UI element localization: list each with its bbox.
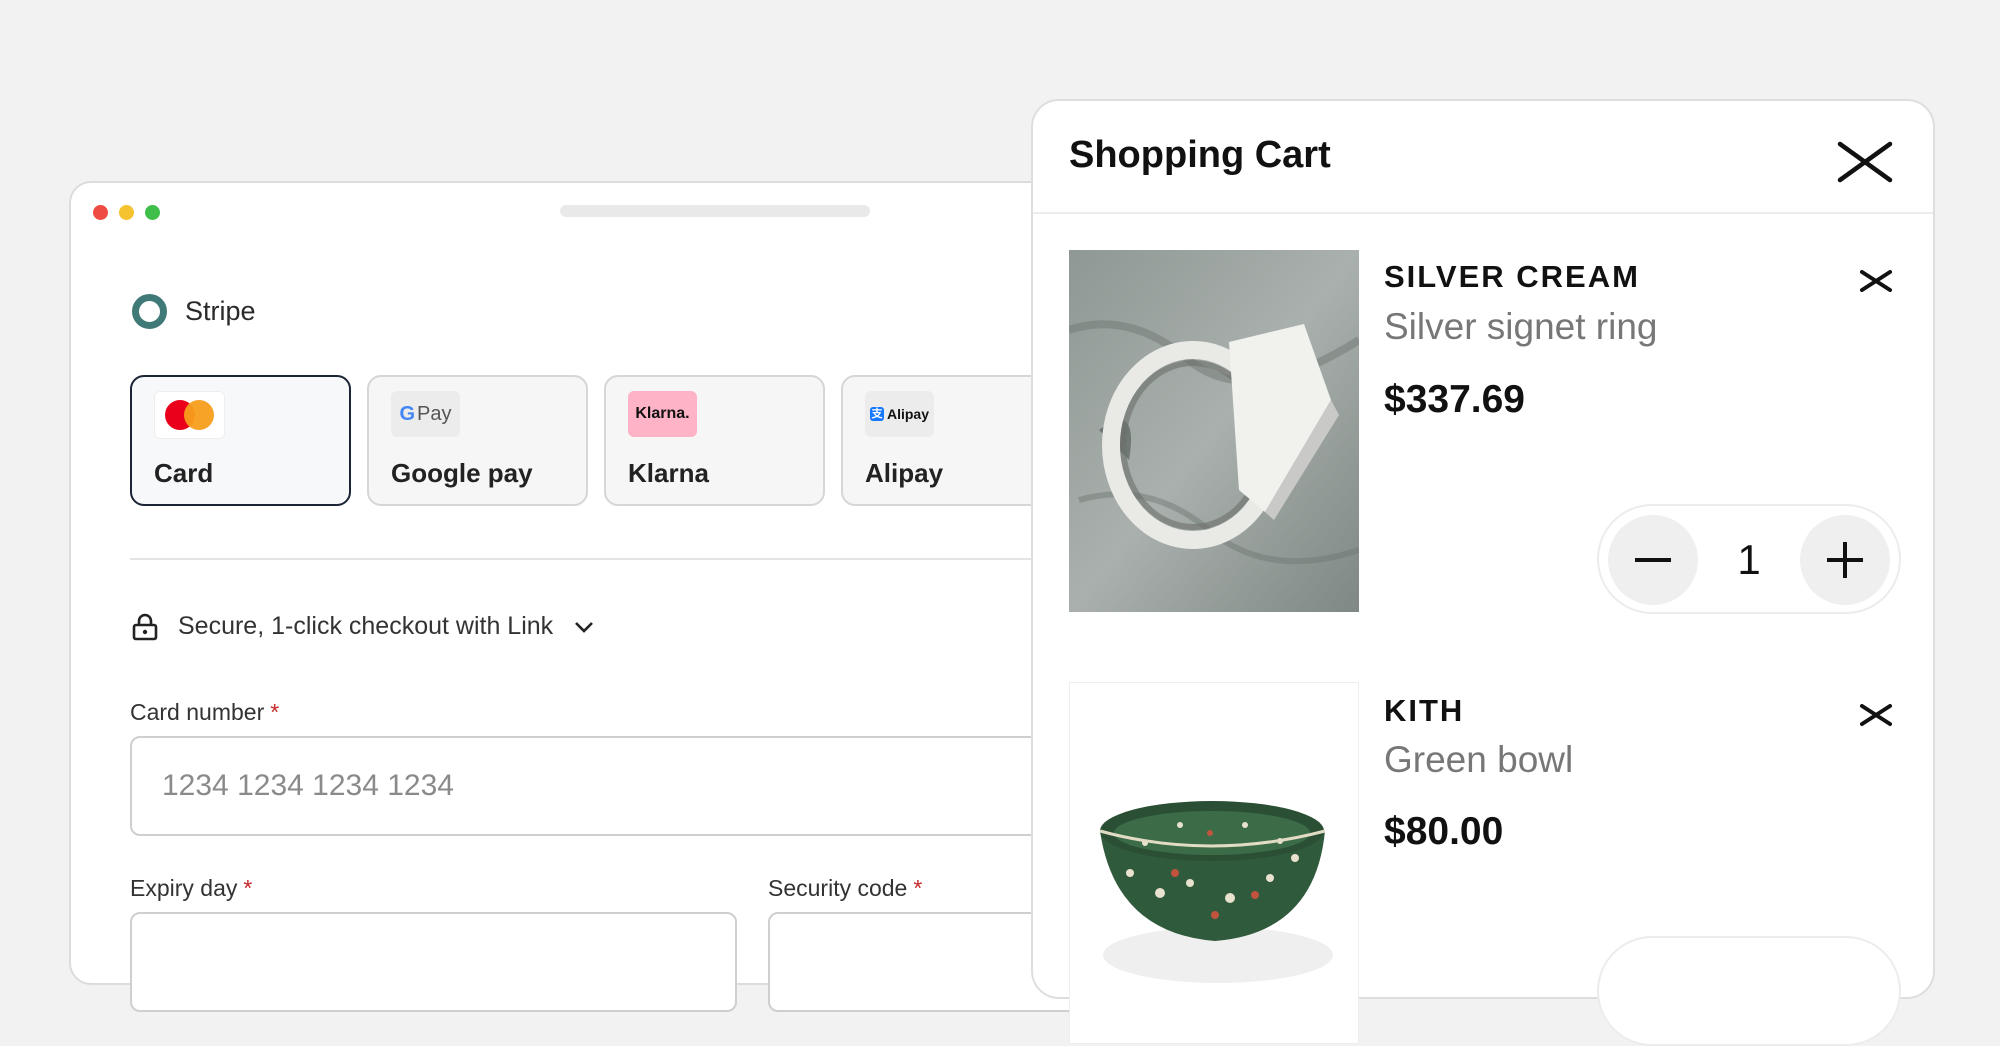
- quantity-stepper: [1597, 936, 1901, 1046]
- remove-item-icon[interactable]: [1859, 703, 1893, 727]
- address-bar[interactable]: [560, 205, 870, 217]
- item-name: Silver signet ring: [1384, 306, 1658, 347]
- provider-label: Stripe: [185, 296, 256, 326]
- close-window-dot[interactable]: [93, 205, 108, 220]
- security-code-label: Security code *: [768, 875, 923, 901]
- item-name: Green bowl: [1384, 739, 1574, 780]
- product-image-bowl: [1069, 682, 1359, 1044]
- mastercard-icon: [154, 391, 225, 439]
- expiry-label: Expiry day *: [130, 875, 253, 901]
- item-brand: SILVER CREAM: [1384, 259, 1640, 294]
- cart-title: Shopping Cart: [1069, 134, 1331, 176]
- item-price: $80.00: [1384, 810, 1504, 853]
- payment-method-klarna[interactable]: Klarna. Klarna: [604, 375, 825, 506]
- payment-method-alipay[interactable]: 支 Alipay Alipay: [841, 375, 1062, 506]
- item-brand: KITH: [1384, 693, 1465, 728]
- lock-icon: [132, 613, 158, 640]
- plus-icon: [1827, 542, 1863, 578]
- alipay-icon: 支 Alipay: [865, 391, 934, 437]
- google-pay-icon: G Pay: [391, 391, 460, 437]
- payment-method-label: Card: [154, 458, 214, 488]
- payment-methods: Card G Pay Google pay Klarna. Klarna 支 Ali…: [130, 375, 1062, 506]
- payment-method-google-pay[interactable]: G Pay Google pay: [367, 375, 588, 506]
- klarna-icon: Klarna.: [628, 391, 697, 437]
- payment-method-label: Google pay: [391, 458, 533, 488]
- payment-method-label: Alipay: [865, 458, 944, 488]
- window-controls: [93, 205, 160, 220]
- provider-radio[interactable]: Stripe: [132, 294, 256, 329]
- close-icon[interactable]: [1837, 139, 1893, 185]
- payment-method-card[interactable]: Card: [130, 375, 351, 506]
- increase-quantity-button[interactable]: [1800, 515, 1890, 605]
- expiry-input[interactable]: [130, 912, 737, 1012]
- link-checkout-toggle[interactable]: Secure, 1-click checkout with Link: [132, 612, 595, 641]
- checkout-window: Stripe Card G Pay Google pay Klarna. Klar…: [69, 181, 1230, 1012]
- cart-header-divider: [1033, 212, 1933, 214]
- item-price: $337.69: [1384, 378, 1525, 421]
- remove-item-icon[interactable]: [1859, 269, 1893, 293]
- radio-selected-icon: [132, 294, 167, 329]
- payment-method-label: Klarna: [628, 458, 709, 488]
- chevron-down-icon: [575, 621, 594, 633]
- maximize-window-dot[interactable]: [145, 205, 160, 220]
- link-checkout-text: Secure, 1-click checkout with Link: [178, 612, 554, 640]
- minimize-window-dot[interactable]: [119, 205, 134, 220]
- card-number-label: Card number *: [130, 699, 280, 725]
- shopping-cart-panel: Shopping Cart SILVER CREAM Silver signet…: [1031, 99, 1935, 1046]
- product-image-ring: [1069, 250, 1359, 612]
- quantity-stepper: 1: [1597, 504, 1901, 614]
